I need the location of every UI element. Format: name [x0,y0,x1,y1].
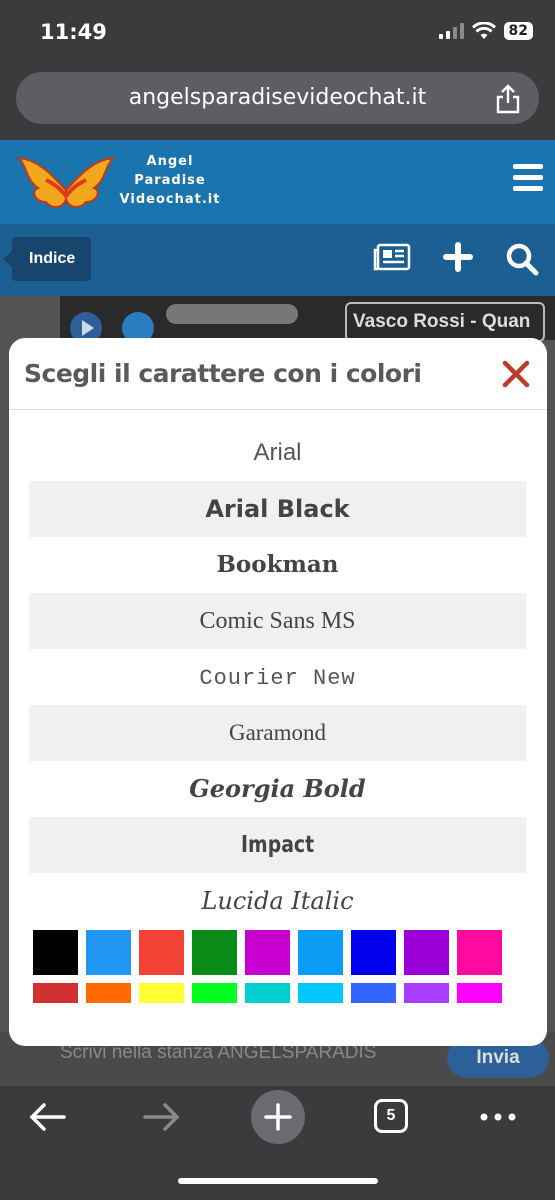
site-logo-text: Angel Paradise Videochat.it [119,154,221,207]
status-bar: 11:49 82 [0,0,555,64]
font-option-garamond[interactable]: Garamond [29,705,526,761]
breadcrumb-indice-button[interactable]: Indice [3,237,91,281]
color-row-secondary [33,983,513,1003]
back-arrow-icon[interactable] [28,1102,66,1132]
color-palette [33,930,513,1003]
angel-wings-logo-icon[interactable] [16,150,116,212]
forum-nav-bar: Indice [0,224,555,296]
site-header: Angel Paradise Videochat.it [0,140,555,224]
plus-icon [264,1103,292,1131]
primary-color-swatch-2[interactable] [86,930,131,975]
address-bar[interactable]: angelsparadisevideochat.it [16,72,539,124]
font-option-lucida-italic[interactable]: Lucida Italic [29,873,526,929]
font-option-courier-new[interactable]: Courier New [29,649,526,705]
more-options-icon[interactable] [480,1113,516,1121]
status-time: 11:49 [40,20,107,44]
secondary-color-swatch-7[interactable] [351,983,396,1003]
plus-icon[interactable] [443,242,473,272]
primary-color-swatch-8[interactable] [404,930,449,975]
primary-color-swatch-7[interactable] [351,930,396,975]
secondary-color-swatch-4[interactable] [192,983,237,1003]
hamburger-menu-icon[interactable] [513,164,543,197]
font-color-picker-modal: Scegli il carattere con i colori Arial A… [9,338,547,1046]
font-list: Arial Arial Black Bookman Comic Sans MS … [29,425,526,929]
share-icon[interactable] [495,84,521,114]
modal-title: Scegli il carattere con i colori [24,359,422,388]
cellular-signal-icon [438,23,464,39]
new-tab-button[interactable] [251,1090,305,1144]
secondary-color-swatch-9[interactable] [457,983,502,1003]
secondary-color-swatch-1[interactable] [33,983,78,1003]
browser-address-area: angelsparadisevideochat.it [0,64,555,140]
now-playing-title: Vasco Rossi - Quan [345,302,545,342]
url-text: angelsparadisevideochat.it [128,85,427,110]
secondary-color-swatch-8[interactable] [404,983,449,1003]
font-option-georgia-bold[interactable]: Georgia Bold [29,761,526,817]
home-indicator [178,1178,378,1184]
primary-color-swatch-1[interactable] [33,930,78,975]
secondary-color-swatch-6[interactable] [298,983,343,1003]
forward-arrow-icon[interactable] [143,1102,181,1132]
primary-color-swatch-3[interactable] [139,930,184,975]
secondary-color-swatch-5[interactable] [245,983,290,1003]
font-option-arial-black[interactable]: Arial Black [29,481,526,537]
tabs-count-button[interactable]: 5 [374,1099,408,1133]
primary-color-swatch-6[interactable] [298,930,343,975]
primary-color-swatch-5[interactable] [245,930,290,975]
font-option-impact[interactable]: Impact [29,817,526,873]
font-option-comic-sans[interactable]: Comic Sans MS [29,593,526,649]
secondary-color-swatch-3[interactable] [139,983,184,1003]
volume-slider [166,304,298,324]
newspaper-icon[interactable] [373,242,411,272]
primary-color-swatch-4[interactable] [192,930,237,975]
wifi-icon [471,22,496,39]
battery-indicator: 82 [503,22,533,40]
secondary-color-swatch-2[interactable] [86,983,131,1003]
primary-color-swatch-9[interactable] [457,930,502,975]
modal-header: Scegli il carattere con i colori [9,338,547,410]
search-icon[interactable] [505,242,539,276]
color-row-primary [33,930,513,975]
font-option-arial[interactable]: Arial [29,425,526,481]
close-icon[interactable] [502,360,530,388]
font-option-bookman[interactable]: Bookman [29,537,526,593]
